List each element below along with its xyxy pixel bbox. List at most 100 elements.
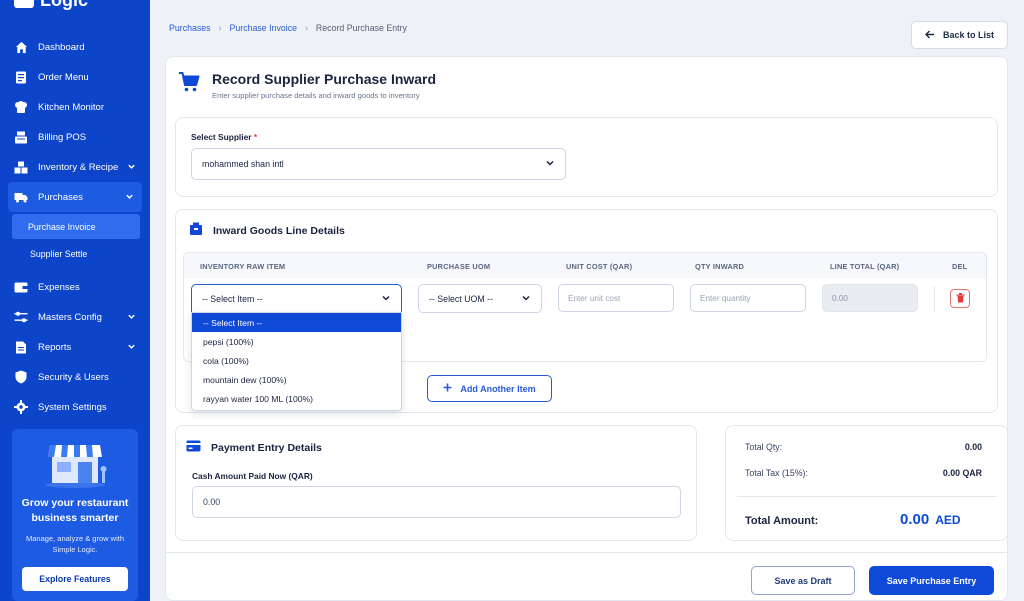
submenu-item-supplier-settle[interactable]: Supplier Settle <box>8 241 142 266</box>
raw-item-select[interactable]: -- Select Item -- <box>191 284 402 313</box>
line-total-field: 0.00 <box>822 284 918 312</box>
col-header-unit-cost: UNIT COST (QAR) <box>566 262 633 271</box>
sidebar-item-expenses[interactable]: Expenses <box>0 272 150 302</box>
arrow-left-icon <box>924 30 935 41</box>
chevron-right-icon: › <box>218 23 222 33</box>
chevron-down-icon <box>125 192 134 204</box>
col-header-uom: PURCHASE UOM <box>427 262 491 271</box>
breadcrumb-current: Record Purchase Entry <box>315 23 407 33</box>
line-details-header: Inward Goods Line Details <box>189 222 345 239</box>
sidebar-item-label: Billing POS <box>38 131 87 143</box>
uom-select-value: -- Select UOM -- <box>429 293 494 304</box>
cash-paid-input[interactable]: 0.00 <box>192 486 681 518</box>
page-header: Record Supplier Purchase Inward Enter su… <box>178 71 436 100</box>
app-logo[interactable]: Logic <box>14 0 88 9</box>
raw-item-select-value: -- Select Item -- <box>202 293 263 304</box>
line-details-title: Inward Goods Line Details <box>213 224 345 237</box>
logo-mark <box>14 0 34 8</box>
promo-card: Grow your restaurant business smarter Ma… <box>12 429 138 601</box>
sliders-icon <box>14 310 28 324</box>
cart-icon <box>178 71 200 98</box>
storefront-illustration <box>45 445 107 488</box>
payment-title: Payment Entry Details <box>211 441 322 454</box>
report-icon <box>14 340 28 354</box>
package-icon <box>189 222 203 239</box>
total-amount-label: Total Amount: <box>745 515 819 527</box>
total-tax-value: 0.00 QAR <box>942 468 982 478</box>
dropdown-option[interactable]: rayyan water 100 ML (100%) <box>192 389 401 408</box>
sidebar-item-kitchen-monitor[interactable]: Kitchen Monitor <box>0 92 150 122</box>
total-amount-value: 0.00 <box>900 511 930 528</box>
truck-icon <box>14 190 28 204</box>
shield-icon <box>14 370 28 384</box>
chevron-down-icon <box>545 158 555 170</box>
total-tax-label: Total Tax (15%): <box>745 468 808 478</box>
raw-item-dropdown: -- Select Item -- pepsi (100%) cola (100… <box>191 312 402 411</box>
sidebar-item-masters-config[interactable]: Masters Config <box>0 302 150 332</box>
required-mark: * <box>253 132 258 142</box>
chevron-down-icon <box>521 293 531 305</box>
sidebar-item-security-users[interactable]: Security & Users <box>0 362 150 392</box>
chevron-right-icon: › <box>304 23 308 33</box>
wallet-icon <box>14 280 28 294</box>
sidebar-item-billing-pos[interactable]: Billing POS <box>0 122 150 152</box>
sidebar-item-inventory[interactable]: Inventory & Recipe <box>0 152 150 182</box>
divider <box>934 286 935 312</box>
dropdown-option[interactable]: cola (100%) <box>192 351 401 370</box>
col-header-del: DEL <box>952 262 968 271</box>
promo-description: Manage, analyze & grow with Simple Logic… <box>26 534 124 554</box>
breadcrumb-purchases[interactable]: Purchases <box>169 23 211 33</box>
sidebar-item-label: System Settings <box>38 401 107 413</box>
dropdown-option[interactable]: pepsi (100%) <box>192 332 401 351</box>
delete-line-button[interactable] <box>950 289 970 308</box>
add-another-item-button[interactable]: Add Another Item <box>427 375 552 402</box>
divider <box>737 496 997 497</box>
credit-card-icon <box>186 440 201 455</box>
plus-icon <box>443 383 452 394</box>
sidebar-item-purchases[interactable]: Purchases <box>8 182 142 212</box>
total-qty-value: 0.00 <box>964 442 982 452</box>
save-purchase-entry-button[interactable]: Save Purchase Entry <box>869 566 994 595</box>
chef-icon <box>14 100 28 114</box>
sidebar-item-label: Kitchen Monitor <box>38 101 105 113</box>
sidebar-item-label: Dashboard <box>38 41 85 53</box>
sidebar-item-label: Order Menu <box>38 71 89 83</box>
sidebar-nav: Dashboard Order Menu Kitchen Monitor Bil… <box>0 32 150 422</box>
sidebar-item-label: Purchases <box>38 191 83 203</box>
submenu-item-purchase-invoice[interactable]: Purchase Invoice <box>12 214 140 239</box>
total-qty-row: Total Qty: 0.00 <box>745 442 982 452</box>
dropdown-option[interactable]: mountain dew (100%) <box>192 370 401 389</box>
qty-inward-input[interactable]: Enter quantity <box>690 284 806 312</box>
unit-cost-input[interactable]: Enter unit cost <box>558 284 674 312</box>
sidebar-item-label: Reports <box>38 341 72 353</box>
dropdown-option[interactable]: -- Select Item -- <box>192 313 401 332</box>
sidebar: Logic Dashboard Order Menu Kitchen Monit… <box>0 0 150 601</box>
sidebar-item-system-settings[interactable]: System Settings <box>0 392 150 422</box>
sidebar-item-reports[interactable]: Reports <box>0 332 150 362</box>
save-draft-button[interactable]: Save as Draft <box>751 566 855 595</box>
gear-icon <box>14 400 28 414</box>
payment-header: Payment Entry Details <box>186 440 322 455</box>
col-header-line-total: LINE TOTAL (QAR) <box>830 262 900 271</box>
back-to-list-button[interactable]: Back to List <box>911 21 1008 49</box>
chevron-down-icon <box>127 312 136 324</box>
total-tax-row: Total Tax (15%): 0.00 QAR <box>745 468 982 478</box>
chevron-down-icon <box>127 162 136 174</box>
supplier-label: Select Supplier * <box>191 132 257 142</box>
breadcrumb-purchase-invoice[interactable]: Purchase Invoice <box>230 23 297 33</box>
sidebar-item-order-menu[interactable]: Order Menu <box>0 62 150 92</box>
line-table-header: INVENTORY RAW ITEM PURCHASE UOM UNIT COS… <box>183 252 987 278</box>
col-header-qty: QTY INWARD <box>695 262 745 271</box>
breadcrumb: Purchases › Purchase Invoice › Record Pu… <box>169 23 407 33</box>
promo-title: Grow your restaurant business smarter <box>21 497 129 524</box>
explore-features-button[interactable]: Explore Features <box>22 567 128 591</box>
boxes-icon <box>14 160 28 174</box>
total-amount: 0.00 AED <box>900 511 961 528</box>
supplier-select[interactable]: mohammed shan intl <box>191 148 566 180</box>
add-another-item-label: Add Another Item <box>460 383 536 394</box>
trash-icon <box>956 290 965 308</box>
home-icon <box>14 40 28 54</box>
uom-select[interactable]: -- Select UOM -- <box>418 284 542 313</box>
sidebar-item-label: Security & Users <box>38 371 109 383</box>
sidebar-item-dashboard[interactable]: Dashboard <box>0 32 150 62</box>
